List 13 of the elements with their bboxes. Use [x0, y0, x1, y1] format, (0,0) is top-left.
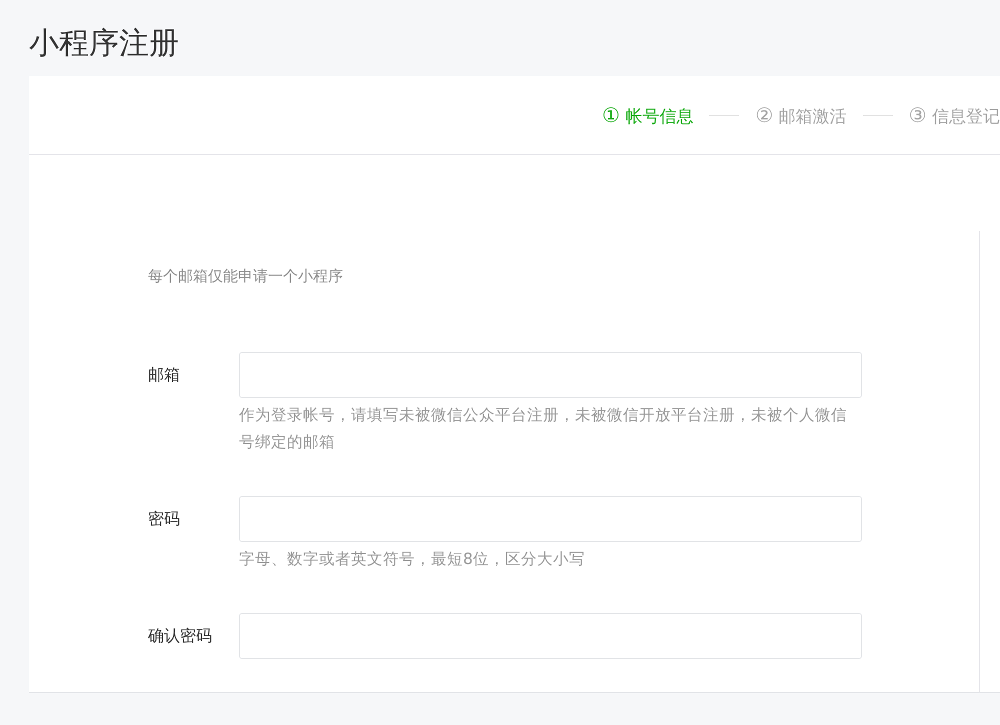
step-indicator: ① 帐号信息	[602, 102, 694, 128]
input-field[interactable]	[239, 496, 862, 542]
hint-text: 字母、数字或者英文符号，最短8位，区分大小写	[239, 549, 586, 570]
page-title: 小程序注册	[28, 25, 180, 63]
hint-text: 作为登录帐号，请填写未被微信公众平台注册，未被微信开放平台注册，未被个人微信号绑定的邮箱	[239, 405, 848, 453]
input-field[interactable]	[239, 613, 862, 659]
field-label: 密码	[148, 508, 181, 530]
notice-text: 每个邮箱仅能申请一个小程序	[148, 267, 344, 286]
field-label: 邮箱	[148, 364, 181, 386]
input-field[interactable]	[239, 352, 862, 398]
step-indicator: ③ 信息登记	[908, 102, 1000, 128]
step-indicator: ② 邮箱激活	[755, 102, 847, 128]
field-label: 确认密码	[148, 625, 213, 647]
